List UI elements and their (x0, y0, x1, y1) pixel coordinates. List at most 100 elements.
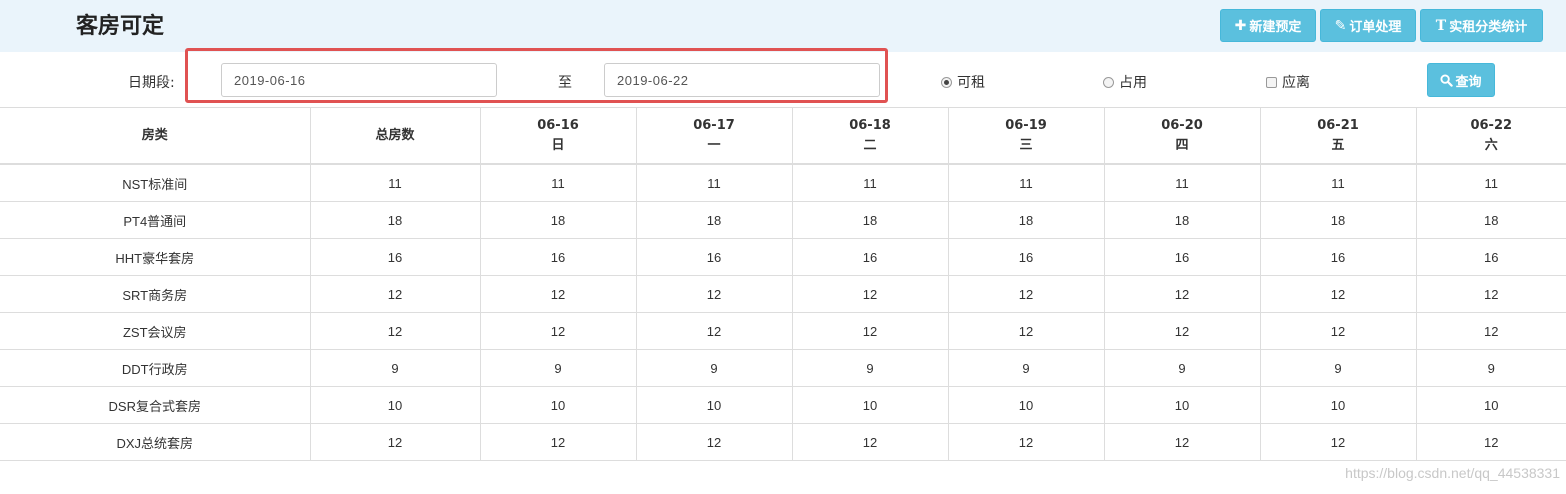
day-date: 06-18 (849, 117, 891, 133)
availability-cell: 12 (948, 423, 1105, 461)
availability-cell: 16 (480, 238, 637, 276)
availability-cell: 9 (792, 349, 949, 387)
room-type-header: 房类 (0, 108, 311, 165)
radio-unchecked[interactable] (1103, 76, 1114, 88)
table-row: SRT商务房 12 12 12 12 12 12 12 12 (0, 275, 1566, 313)
checkbox-unchecked[interactable] (1266, 76, 1277, 88)
availability-cell: 10 (1260, 386, 1417, 424)
order-processing-button[interactable]: ✎ 订单处理 (1320, 9, 1416, 42)
availability-cell: 12 (636, 275, 793, 313)
day-weekday: 日 (551, 137, 565, 153)
occupied-radio[interactable]: 占用 (1103, 72, 1147, 92)
availability-cell: 12 (1260, 312, 1417, 350)
text-icon: T (1435, 17, 1447, 34)
total-rooms-cell: 12 (310, 275, 481, 313)
day-weekday: 四 (1175, 137, 1189, 153)
availability-cell: 10 (792, 386, 949, 424)
day-header: 06-21 五 (1260, 108, 1417, 165)
rental-stats-button[interactable]: T 实租分类统计 (1420, 9, 1543, 42)
day-header: 06-20 四 (1104, 108, 1261, 165)
total-rooms-cell: 9 (310, 349, 481, 387)
availability-cell: 12 (792, 423, 949, 461)
availability-cell: 12 (1416, 312, 1566, 350)
room-type-cell: HHT豪华套房 (0, 238, 311, 276)
availability-cell: 9 (948, 349, 1105, 387)
room-type-cell: DSR复合式套房 (0, 386, 311, 424)
search-icon (1440, 73, 1454, 87)
availability-cell: 12 (792, 312, 949, 350)
availability-cell: 12 (1416, 275, 1566, 313)
availability-cell: 10 (1104, 386, 1261, 424)
table-row: ZST会议房 12 12 12 12 12 12 12 12 (0, 312, 1566, 350)
room-type-cell: PT4普通间 (0, 201, 311, 239)
room-type-cell: SRT商务房 (0, 275, 311, 313)
table-row: DSR复合式套房 10 10 10 10 10 10 10 10 (0, 386, 1566, 424)
availability-cell: 18 (636, 201, 793, 239)
availability-cell: 18 (1260, 201, 1417, 239)
day-header: 06-19 三 (948, 108, 1105, 165)
available-label: 可租 (957, 75, 985, 91)
order-processing-label: 订单处理 (1349, 20, 1402, 35)
room-type-cell: DDT行政房 (0, 349, 311, 387)
day-date: 06-21 (1317, 117, 1359, 133)
availability-cell: 12 (1104, 275, 1261, 313)
total-rooms-cell: 12 (310, 312, 481, 350)
availability-cell: 12 (480, 423, 637, 461)
search-button[interactable]: 查询 (1427, 63, 1495, 97)
room-type-cell: ZST会议房 (0, 312, 311, 350)
availability-cell: 18 (1104, 201, 1261, 239)
availability-cell: 16 (1416, 238, 1566, 276)
availability-cell: 12 (948, 312, 1105, 350)
day-date: 06-19 (1005, 117, 1047, 133)
availability-cell: 12 (636, 423, 793, 461)
availability-cell: 18 (792, 201, 949, 239)
new-booking-label: 新建预定 (1249, 20, 1302, 35)
availability-cell: 12 (1260, 423, 1417, 461)
availability-cell: 9 (636, 349, 793, 387)
day-date: 06-16 (537, 117, 579, 133)
availability-cell: 16 (792, 238, 949, 276)
plus-icon: ✚ (1234, 17, 1247, 34)
availability-cell: 10 (948, 386, 1105, 424)
day-weekday: 二 (863, 137, 877, 153)
available-radio[interactable]: 可租 (941, 72, 985, 92)
availability-cell: 16 (636, 238, 793, 276)
availability-cell: 11 (636, 164, 793, 202)
pencil-icon: ✎ (1334, 17, 1347, 34)
availability-cell: 9 (480, 349, 637, 387)
watermark: https://blog.csdn.net/qq_44538331 (1345, 465, 1560, 481)
availability-cell: 11 (480, 164, 637, 202)
new-booking-button[interactable]: ✚ 新建预定 (1220, 9, 1316, 42)
availability-cell: 11 (1260, 164, 1417, 202)
availability-cell: 16 (948, 238, 1105, 276)
table-row: NST标准间 11 11 11 11 11 11 11 11 (0, 164, 1566, 202)
day-header: 06-22 六 (1416, 108, 1566, 165)
table-header-row: 房类 总房数 06-16 日 06-17 一 06-18 二 06-19 三 06-20… (0, 108, 1566, 165)
availability-cell: 9 (1260, 349, 1417, 387)
availability-cell: 10 (636, 386, 793, 424)
room-availability-table: 房类 总房数 06-16 日 06-17 一 06-18 二 06-19 三 06-20… (0, 108, 1566, 461)
room-type-cell: NST标准间 (0, 164, 311, 202)
availability-cell: 10 (480, 386, 637, 424)
table-row: DDT行政房 9 9 9 9 9 9 9 9 (0, 349, 1566, 387)
day-date: 06-17 (693, 117, 735, 133)
search-label: 查询 (1455, 74, 1482, 90)
date-range-label: 日期段: (128, 75, 175, 91)
day-header: 06-18 二 (792, 108, 949, 165)
availability-cell: 18 (480, 201, 637, 239)
availability-cell: 11 (792, 164, 949, 202)
table-row: DXJ总统套房 12 12 12 12 12 12 12 12 (0, 423, 1566, 461)
room-type-cell: DXJ总统套房 (0, 423, 311, 461)
total-rooms-cell: 16 (310, 238, 481, 276)
availability-cell: 12 (1260, 275, 1417, 313)
availability-cell: 12 (792, 275, 949, 313)
departure-checkbox[interactable]: 应离 (1266, 72, 1310, 92)
rental-stats-label: 实租分类统计 (1449, 20, 1528, 35)
availability-cell: 12 (480, 312, 637, 350)
day-weekday: 三 (1019, 137, 1033, 153)
radio-checked[interactable] (941, 76, 952, 88)
total-rooms-header: 总房数 (310, 108, 481, 165)
availability-cell: 18 (1416, 201, 1566, 239)
day-header: 06-17 一 (636, 108, 793, 165)
availability-cell: 9 (1104, 349, 1261, 387)
